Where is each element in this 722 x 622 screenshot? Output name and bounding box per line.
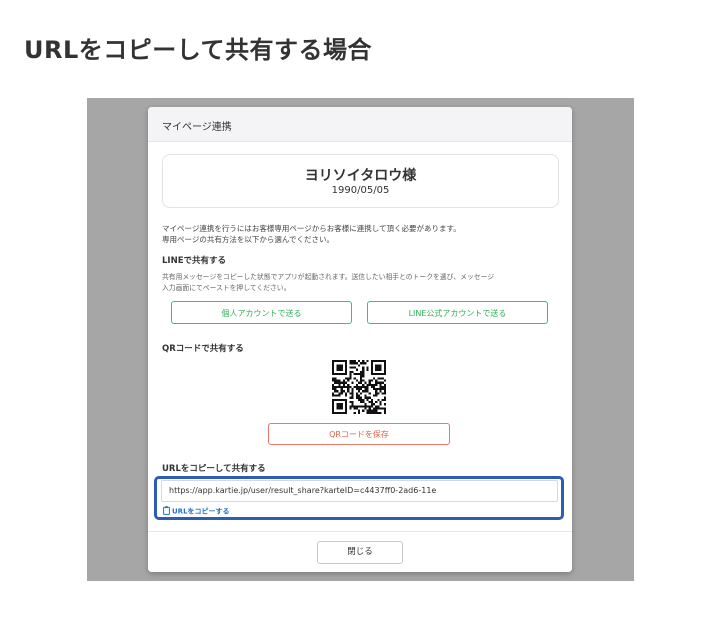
modal-title: マイページ連携	[162, 122, 232, 133]
customer-birthdate: 1990/05/05	[331, 185, 390, 196]
page-heading: URLをコピーして共有する場合	[24, 36, 373, 64]
send-personal-account-button[interactable]: 個人アカウントで送る	[171, 301, 352, 324]
customer-card: ヨリソイタロウ様 1990/05/05	[162, 154, 559, 208]
line-section-title: LINEで共有する	[162, 256, 226, 266]
my-page-link-modal: マイページ連携 ヨリソイタロウ様 1990/05/05 マイページ連携を行うには…	[148, 107, 572, 572]
save-qr-code-button[interactable]: QRコードを保存	[268, 423, 450, 445]
line-note-line-2: 入力画面にてペーストを押してください。	[162, 284, 291, 292]
share-url-field[interactable]: https://app.kartie.jp/user/result_share?…	[161, 480, 558, 502]
modal-footer: 閉じる	[148, 531, 572, 572]
description-line-2: 専用ページの共有方法を以下から選んでください。	[162, 235, 334, 244]
copy-url-link[interactable]: URLをコピーする	[163, 506, 230, 517]
copy-url-label: URLをコピーする	[172, 507, 230, 516]
modal-header: マイページ連携	[148, 107, 572, 142]
send-official-account-button[interactable]: LINE公式アカウントで送る	[367, 301, 548, 324]
customer-name: ヨリソイタロウ様	[304, 168, 417, 184]
line-note-line-1: 共有用メッセージをコピーした状態でアプリが起動されます。送信したい相手とのトーク…	[162, 273, 495, 281]
description-line-1: マイページ連携を行うにはお客様専用ページからお客様に連携して頂く必要があります。	[162, 224, 461, 233]
qr-section-title: QRコードで共有する	[162, 344, 244, 354]
url-section-title: URLをコピーして共有する	[162, 464, 266, 474]
qr-code-image	[332, 360, 386, 414]
clipboard-icon	[163, 506, 170, 517]
close-button[interactable]: 閉じる	[317, 541, 403, 564]
